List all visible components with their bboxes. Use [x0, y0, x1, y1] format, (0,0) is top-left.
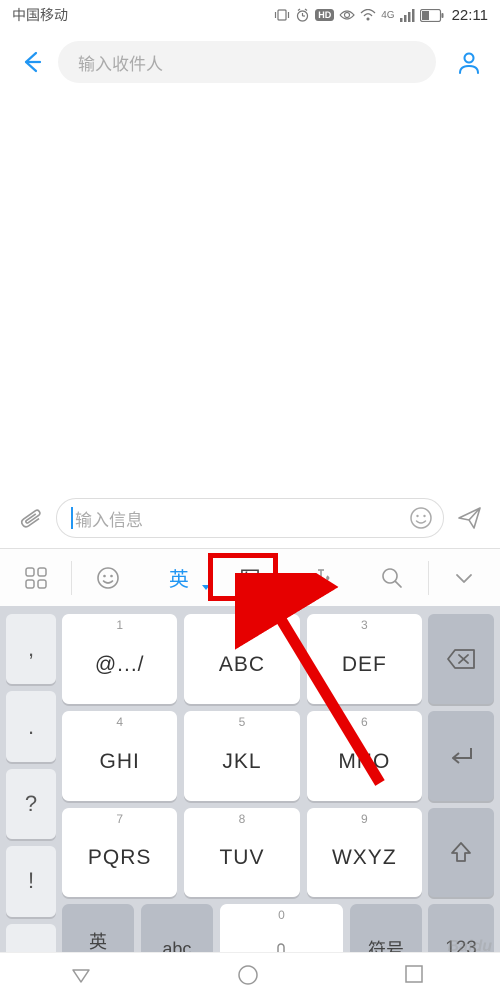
back-button[interactable]	[18, 49, 44, 75]
signal-icon	[400, 9, 415, 22]
ime-collapse-button[interactable]	[429, 549, 500, 606]
key-exclaim[interactable]: !	[6, 846, 56, 916]
ime-cursor-button[interactable]	[286, 549, 357, 606]
backspace-icon	[446, 648, 476, 670]
key-1[interactable]: 1@.../	[62, 614, 177, 704]
ime-grid-button[interactable]	[0, 549, 71, 606]
key-period[interactable]: .	[6, 691, 56, 761]
ime-toolbar: 英 写	[0, 548, 500, 606]
key-4-ghi[interactable]: 4GHI	[62, 711, 177, 801]
recipient-input[interactable]: 输入收件人	[58, 41, 436, 83]
key-9-wxyz[interactable]: 9WXYZ	[307, 808, 422, 898]
alarm-icon	[295, 8, 310, 23]
key-shift[interactable]	[428, 808, 494, 898]
key-5-jkl[interactable]: 5JKL	[184, 711, 299, 801]
shift-icon	[449, 840, 473, 864]
send-button[interactable]	[456, 504, 484, 532]
vibrate-icon	[274, 8, 290, 22]
ime-emoji-button[interactable]	[72, 549, 143, 606]
message-area	[0, 94, 500, 488]
battery-icon	[420, 9, 444, 22]
kb-right-column: 123	[428, 614, 494, 994]
carrier-label: 中国移动	[12, 5, 68, 25]
key-3-def[interactable]: 3DEF	[307, 614, 422, 704]
system-navbar	[0, 952, 500, 1000]
key-enter[interactable]	[428, 711, 494, 801]
key-comma[interactable]: ,	[6, 614, 56, 684]
add-contact-button[interactable]	[456, 49, 482, 75]
message-input[interactable]: 输入信息	[56, 498, 444, 538]
kb-main-grid: 1@.../ 2ABC 3DEF 4GHI 5JKL 6MNO 7PQRS 8T…	[62, 614, 422, 994]
kb-punct-column: , . ? ! ~	[6, 614, 56, 994]
clock: 22:11	[452, 7, 488, 24]
key-backspace[interactable]	[428, 614, 494, 704]
enter-icon	[447, 745, 475, 767]
message-placeholder: 输入信息	[75, 506, 143, 531]
compose-header: 输入收件人	[0, 30, 500, 94]
ime-lang-button[interactable]: 英	[143, 549, 214, 606]
key-6-mno[interactable]: 6MNO	[307, 711, 422, 801]
ime-search-button[interactable]	[357, 549, 428, 606]
ime-handwrite-button[interactable]: 写	[214, 549, 285, 606]
nav-home[interactable]	[236, 963, 264, 991]
status-bar: 中国移动 HD 4G 22:11	[0, 0, 500, 30]
attach-button[interactable]	[16, 504, 44, 532]
key-8-tuv[interactable]: 8TUV	[184, 808, 299, 898]
network-label: 4G	[381, 10, 394, 21]
hd-badge: HD	[315, 9, 334, 21]
text-cursor	[71, 507, 73, 529]
wifi-icon	[360, 9, 376, 22]
eye-icon	[339, 9, 355, 21]
key-2-abc[interactable]: 2ABC	[184, 614, 299, 704]
nav-recent[interactable]	[403, 963, 431, 991]
key-7-pqrs[interactable]: 7PQRS	[62, 808, 177, 898]
emoji-in-input-button[interactable]	[409, 506, 433, 530]
nav-back[interactable]	[69, 963, 97, 991]
compose-input-row: 输入信息	[0, 488, 500, 548]
keyboard: , . ? ! ~ 1@.../ 2ABC 3DEF 4GHI 5JKL 6MN…	[0, 606, 500, 1000]
highlight-annotation	[208, 553, 278, 601]
key-question[interactable]: ?	[6, 769, 56, 839]
